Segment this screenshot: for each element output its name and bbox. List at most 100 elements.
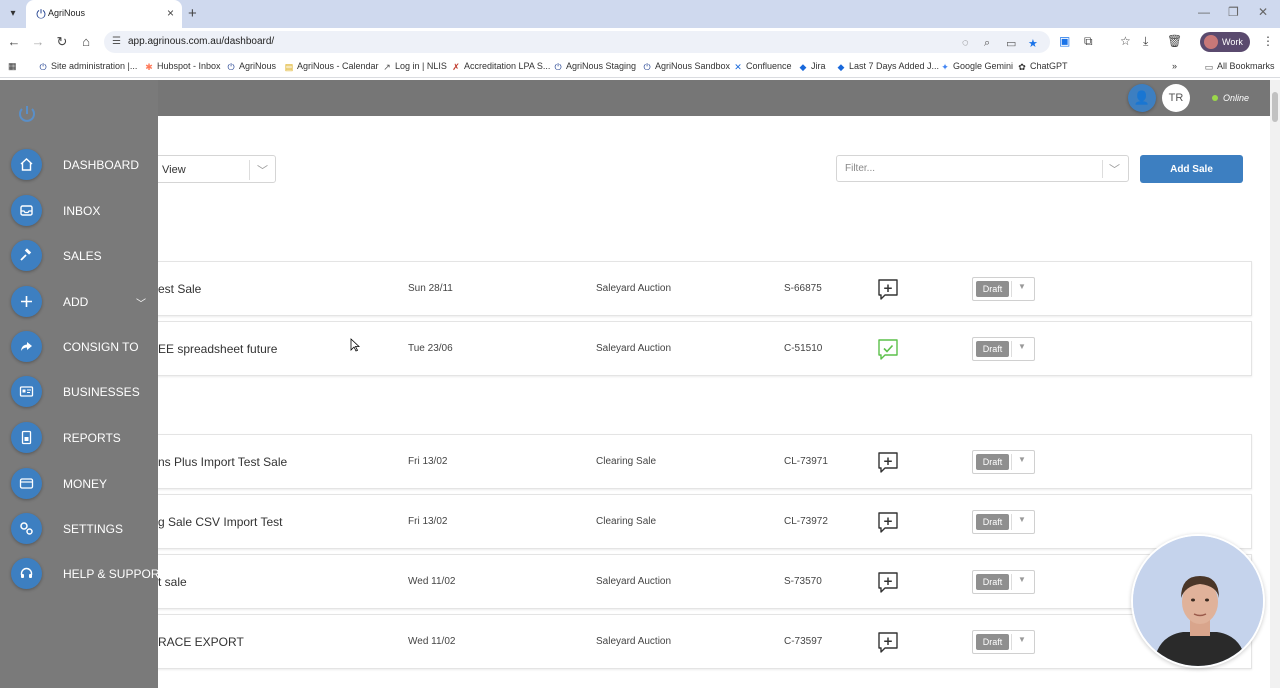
tab-search-button[interactable]: ▾	[4, 5, 22, 23]
chevron-down-icon[interactable]: ▼	[1018, 282, 1026, 291]
restore-icon[interactable]: ❐	[1228, 5, 1239, 19]
bookmark-item[interactable]: ◆ Jira	[798, 61, 826, 72]
chevron-down-icon[interactable]: ▼	[1018, 515, 1026, 524]
sale-row[interactable]: RACE EXPORT Wed 11/02 Saleyard Auction C-73…	[150, 614, 1252, 669]
sidebar-item-businesses[interactable]: BUSINESSES	[0, 372, 158, 412]
view-select[interactable]: View ﹀	[150, 155, 276, 183]
wallet-icon	[11, 468, 42, 499]
chevron-down-icon[interactable]: ▼	[1018, 575, 1026, 584]
comment-add-icon[interactable]	[877, 278, 899, 300]
browser-tab-bar: ▾ ⏻ AgriNous × + — ❐ ✕	[0, 0, 1280, 28]
sale-type: Saleyard Auction	[596, 283, 672, 294]
zoom-icon[interactable]: ⌕	[984, 37, 990, 50]
bookmark-item[interactable]: ✕ Confluence	[733, 61, 791, 72]
filter-select[interactable]: ﹀	[836, 155, 1129, 182]
sidebar-item-label: SALES	[63, 249, 102, 263]
bookmark-item[interactable]: ⏻ AgriNous Staging	[553, 61, 636, 72]
chevron-down-icon[interactable]: ▼	[1018, 455, 1026, 464]
sale-row[interactable]: ns Plus Import Test Sale Fri 13/02 Clearin…	[150, 434, 1252, 489]
page-scrollbar[interactable]	[1270, 80, 1280, 688]
trash-icon[interactable]: 🗑	[1167, 34, 1182, 48]
calendar-bm-icon: ▤	[284, 62, 294, 72]
chevron-down-icon[interactable]: ﹀	[136, 295, 146, 310]
sale-row[interactable]: t sale Wed 11/02 Saleyard Auction S-73570 Dr…	[150, 554, 1252, 609]
avatar[interactable]: TR	[1162, 84, 1190, 112]
sale-name[interactable]: ns Plus Import Test Sale	[158, 455, 287, 469]
comment-add-icon[interactable]	[877, 451, 899, 473]
status-dropdown[interactable]: Draft ▼	[972, 277, 1035, 301]
sale-row[interactable]: EE spreadsheet future Tue 23/06 Saleyard A…	[150, 321, 1252, 376]
comment-add-icon[interactable]	[877, 511, 899, 533]
sale-name[interactable]: EE spreadsheet future	[158, 342, 277, 356]
add-sale-button[interactable]: Add Sale	[1140, 155, 1243, 183]
comment-add-icon[interactable]	[877, 571, 899, 593]
sale-row[interactable]: g Sale CSV Import Test Fri 13/02 Clearing …	[150, 494, 1252, 549]
chevron-down-icon[interactable]: ▼	[1018, 342, 1026, 351]
agrinous-favicon-icon: ⏻	[36, 7, 46, 21]
sidebar-item-dashboard[interactable]: DASHBOARD	[0, 145, 158, 185]
status-badge: Draft	[976, 574, 1009, 590]
browser-menu-icon[interactable]: ⋮	[1262, 34, 1274, 48]
sale-name[interactable]: g Sale CSV Import Test	[158, 515, 283, 529]
new-tab-button[interactable]: +	[188, 5, 197, 22]
bookmark-item[interactable]: ⏻ AgriNous	[226, 61, 276, 72]
bookmark-item[interactable]: ⏻ Site administration |...	[38, 61, 137, 72]
minimize-icon[interactable]: —	[1198, 5, 1210, 19]
bookmark-item[interactable]: ⏻ AgriNous Sandbox	[642, 61, 730, 72]
webcam-overlay[interactable]	[1131, 534, 1265, 668]
status-dropdown[interactable]: Draft ▼	[972, 450, 1035, 474]
status-dropdown[interactable]: Draft ▼	[972, 570, 1035, 594]
more-bookmarks-icon[interactable]: »	[1172, 61, 1177, 71]
bookmarks-icon[interactable]: ☆	[1120, 34, 1131, 48]
agrinous-logo-icon[interactable]	[16, 103, 38, 125]
sidebar-item-money[interactable]: MONEY	[0, 464, 158, 504]
sale-name[interactable]: est Sale	[158, 282, 201, 296]
bookmark-item[interactable]: ▤ AgriNous - Calendar	[284, 61, 379, 72]
chevron-down-icon[interactable]: ▼	[1018, 635, 1026, 644]
bookmark-item[interactable]: ✗ Accreditation LPA S...	[451, 61, 550, 72]
profile-button[interactable]: Work	[1200, 32, 1250, 52]
status-dropdown[interactable]: Draft ▼	[972, 510, 1035, 534]
download-icon[interactable]: ⤓	[1143, 34, 1148, 49]
url-text[interactable]: app.agrinous.com.au/dashboard/	[128, 36, 274, 47]
home-page-icon[interactable]: ⌂	[78, 34, 94, 49]
sidebar-item-sales[interactable]: SALES	[0, 236, 158, 276]
bookmark-item[interactable]: ✱ Hubspot - Inbox	[144, 61, 220, 72]
bookmark-item[interactable]: ✦ Google Gemini	[940, 61, 1013, 72]
site-settings-icon[interactable]: ☰	[112, 36, 121, 47]
browser-tab[interactable]: ⏻ AgriNous ×	[26, 0, 182, 28]
sidebar-item-help-support[interactable]: HELP & SUPPORT	[0, 554, 167, 594]
chevron-down-icon: ﹀	[257, 165, 268, 177]
eye-off-icon[interactable]: ◌	[962, 37, 969, 49]
sidebar-item-add[interactable]: ADD ﹀	[0, 282, 158, 322]
sale-row[interactable]: est Sale Sun 28/11 Saleyard Auction S-66875…	[150, 261, 1252, 316]
status-dropdown[interactable]: Draft ▼	[972, 337, 1035, 361]
address-bar[interactable]: ☰ app.agrinous.com.au/dashboard/ ◌ ⌕ ▭ ★	[104, 31, 1050, 53]
cast-icon[interactable]: ▭	[1006, 37, 1016, 50]
apps-grid-icon[interactable]: ▦	[8, 61, 17, 72]
status-dropdown[interactable]: Draft ▼	[972, 630, 1035, 654]
scrollbar-thumb[interactable]	[1272, 92, 1278, 122]
user-account-button[interactable]: 👤	[1128, 84, 1156, 112]
close-window-icon[interactable]: ✕	[1258, 5, 1268, 19]
bookmark-item[interactable]: ↗ Log in | NLIS	[382, 61, 447, 72]
forward-icon[interactable]: →	[30, 34, 46, 49]
bookmark-item[interactable]: ◆ Last 7 Days Added J...	[836, 61, 940, 72]
extension-icon[interactable]: ▣	[1059, 34, 1070, 48]
close-tab-icon[interactable]: ×	[167, 6, 174, 20]
sidebar-item-inbox[interactable]: INBOX	[0, 191, 158, 231]
filter-input[interactable]	[837, 156, 1099, 181]
comment-add-icon[interactable]	[877, 631, 899, 653]
sidebar-item-settings[interactable]: SETTINGS	[0, 509, 158, 549]
bookmark-item[interactable]: ✿ ChatGPT	[1017, 61, 1067, 72]
sale-name[interactable]: RACE EXPORT	[158, 635, 244, 649]
bookmark-star-icon[interactable]: ★	[1028, 37, 1038, 50]
comment-check-icon[interactable]	[877, 338, 899, 360]
sidebar-item-consign-to[interactable]: CONSIGN TO	[0, 327, 158, 367]
extensions-puzzle-icon[interactable]: ⧉	[1084, 34, 1093, 49]
all-bookmarks[interactable]: ▭ All Bookmarks	[1204, 61, 1275, 72]
sale-date: Fri 13/02	[408, 456, 448, 467]
reload-icon[interactable]: ↻	[54, 34, 70, 50]
sidebar-item-reports[interactable]: REPORTS	[0, 418, 158, 458]
back-icon[interactable]: ←	[6, 34, 22, 49]
